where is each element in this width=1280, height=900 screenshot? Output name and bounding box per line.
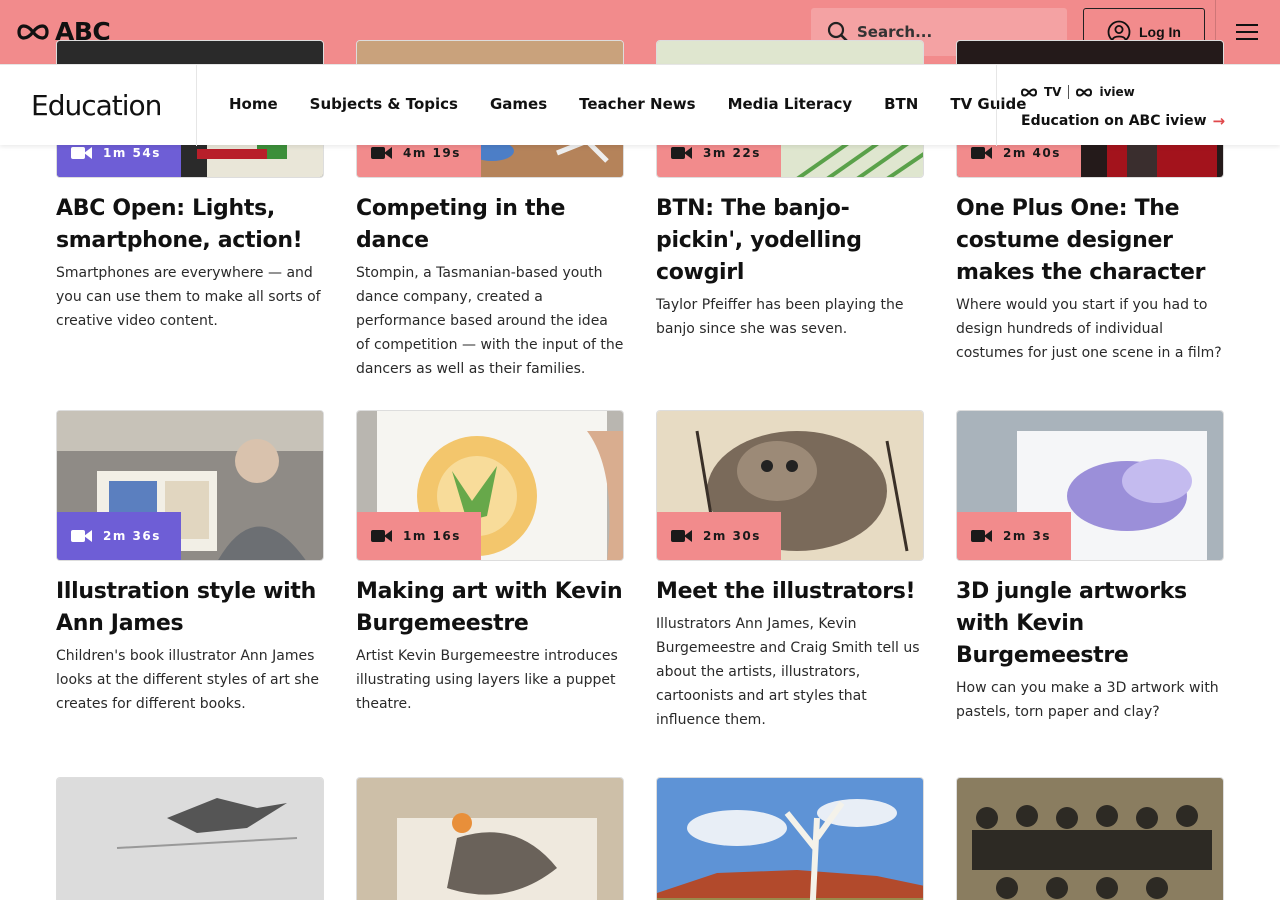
duration-badge: 2m 36s bbox=[57, 512, 181, 560]
card-description: Illustrators Ann James, Kevin Burgemeest… bbox=[656, 616, 920, 728]
duration-badge: 2m 3s bbox=[957, 512, 1072, 560]
card-description: Artist Kevin Burgemeestre introduces ill… bbox=[356, 648, 618, 712]
video-card[interactable]: 2m 3s 3D jungle artworks with Kevin Burg… bbox=[956, 410, 1224, 724]
iview-logos: TV iview bbox=[1021, 84, 1225, 100]
video-card[interactable] bbox=[356, 777, 624, 900]
video-thumbnail[interactable]: 2m 36s bbox=[56, 410, 324, 561]
video-camera-icon bbox=[71, 146, 93, 160]
video-thumbnail[interactable] bbox=[56, 777, 324, 900]
card-description: Children's book illustrator Ann James lo… bbox=[56, 648, 320, 712]
nav-links: Home Subjects & Topics Games Teacher New… bbox=[229, 95, 1026, 113]
video-camera-icon bbox=[971, 146, 993, 160]
card-description: Stompin, a Tasmanian-based youth dance c… bbox=[356, 265, 624, 377]
nav-games[interactable]: Games bbox=[490, 95, 547, 113]
nav-subjects-topics[interactable]: Subjects & Topics bbox=[310, 95, 458, 113]
nav-tv-guide[interactable]: TV Guide bbox=[950, 95, 1026, 113]
divider bbox=[1068, 85, 1070, 99]
card-title[interactable]: 3D jungle artworks with Kevin Burgemeest… bbox=[956, 576, 1224, 672]
card-title[interactable]: ABC Open: Lights, smartphone, action! bbox=[56, 193, 324, 257]
card-title[interactable]: BTN: The banjo-pickin', yodelling cowgir… bbox=[656, 193, 924, 289]
video-thumbnail[interactable] bbox=[956, 777, 1224, 900]
video-card[interactable] bbox=[56, 777, 324, 900]
thumbnail-image bbox=[957, 778, 1223, 900]
nav-home[interactable]: Home bbox=[229, 95, 278, 113]
card-description: Smartphones are everywhere — and you can… bbox=[56, 265, 321, 329]
hamburger-menu-icon[interactable] bbox=[1236, 24, 1258, 41]
video-thumbnail[interactable] bbox=[656, 777, 924, 900]
card-description: How can you make a 3D artwork with paste… bbox=[956, 680, 1219, 720]
card-title[interactable]: One Plus One: The costume designer makes… bbox=[956, 193, 1224, 289]
abc-lissajous-icon bbox=[1021, 88, 1037, 96]
card-title[interactable]: Competing in the dance bbox=[356, 193, 624, 257]
thumbnail-image bbox=[57, 778, 323, 900]
video-camera-icon bbox=[371, 529, 393, 543]
card-title[interactable]: Meet the illustrators! bbox=[656, 576, 924, 608]
video-thumbnail[interactable]: 1m 16s bbox=[356, 410, 624, 561]
nav-teacher-news[interactable]: Teacher News bbox=[579, 95, 695, 113]
video-card[interactable]: 2m 30s Meet the illustrators! Illustrato… bbox=[656, 410, 924, 732]
iview-link-label: Education on ABC iview bbox=[1021, 113, 1207, 129]
login-label: Log In bbox=[1139, 24, 1181, 40]
video-camera-icon bbox=[71, 529, 93, 543]
nav-btn[interactable]: BTN bbox=[884, 95, 918, 113]
video-camera-icon bbox=[671, 529, 693, 543]
card-description: Where would you start if you had to desi… bbox=[956, 297, 1222, 361]
card-title[interactable]: Illustration style with Ann James bbox=[56, 576, 324, 640]
divider bbox=[196, 65, 197, 146]
section-nav: Education Home Subjects & Topics Games T… bbox=[0, 64, 1280, 146]
video-card[interactable] bbox=[956, 777, 1224, 900]
video-thumbnail[interactable] bbox=[356, 777, 624, 900]
video-card[interactable]: 2m 36s Illustration style with Ann James… bbox=[56, 410, 324, 716]
abc-lissajous-icon bbox=[1076, 88, 1093, 96]
video-card[interactable]: 1m 16s Making art with Kevin Burgemeestr… bbox=[356, 410, 624, 716]
video-card[interactable] bbox=[656, 777, 924, 900]
iview-promo[interactable]: TV iview Education on ABC iview → bbox=[1021, 84, 1225, 130]
iview-link[interactable]: Education on ABC iview → bbox=[1021, 112, 1225, 130]
education-brand[interactable]: Education bbox=[31, 89, 162, 122]
thumbnail-image bbox=[657, 778, 923, 900]
abc-tv-logo-text: TV bbox=[1044, 85, 1062, 99]
arrow-right-icon: → bbox=[1212, 112, 1226, 130]
abc-lissajous-icon bbox=[17, 24, 49, 40]
video-camera-icon bbox=[371, 146, 393, 160]
video-thumbnail[interactable]: 2m 3s bbox=[956, 410, 1224, 561]
video-camera-icon bbox=[671, 146, 693, 160]
card-description: Taylor Pfeiffer has been playing the ban… bbox=[656, 297, 904, 337]
duration-badge: 1m 16s bbox=[357, 512, 481, 560]
video-thumbnail[interactable]: 2m 30s bbox=[656, 410, 924, 561]
video-camera-icon bbox=[971, 529, 993, 543]
abc-iview-logo-text: iview bbox=[1099, 85, 1135, 99]
thumbnail-image bbox=[357, 778, 623, 900]
duration-badge: 2m 30s bbox=[657, 512, 781, 560]
card-title[interactable]: Making art with Kevin Burgemeestre bbox=[356, 576, 624, 640]
nav-media-literacy[interactable]: Media Literacy bbox=[728, 95, 853, 113]
search-input[interactable] bbox=[857, 23, 1047, 41]
divider bbox=[996, 65, 997, 146]
